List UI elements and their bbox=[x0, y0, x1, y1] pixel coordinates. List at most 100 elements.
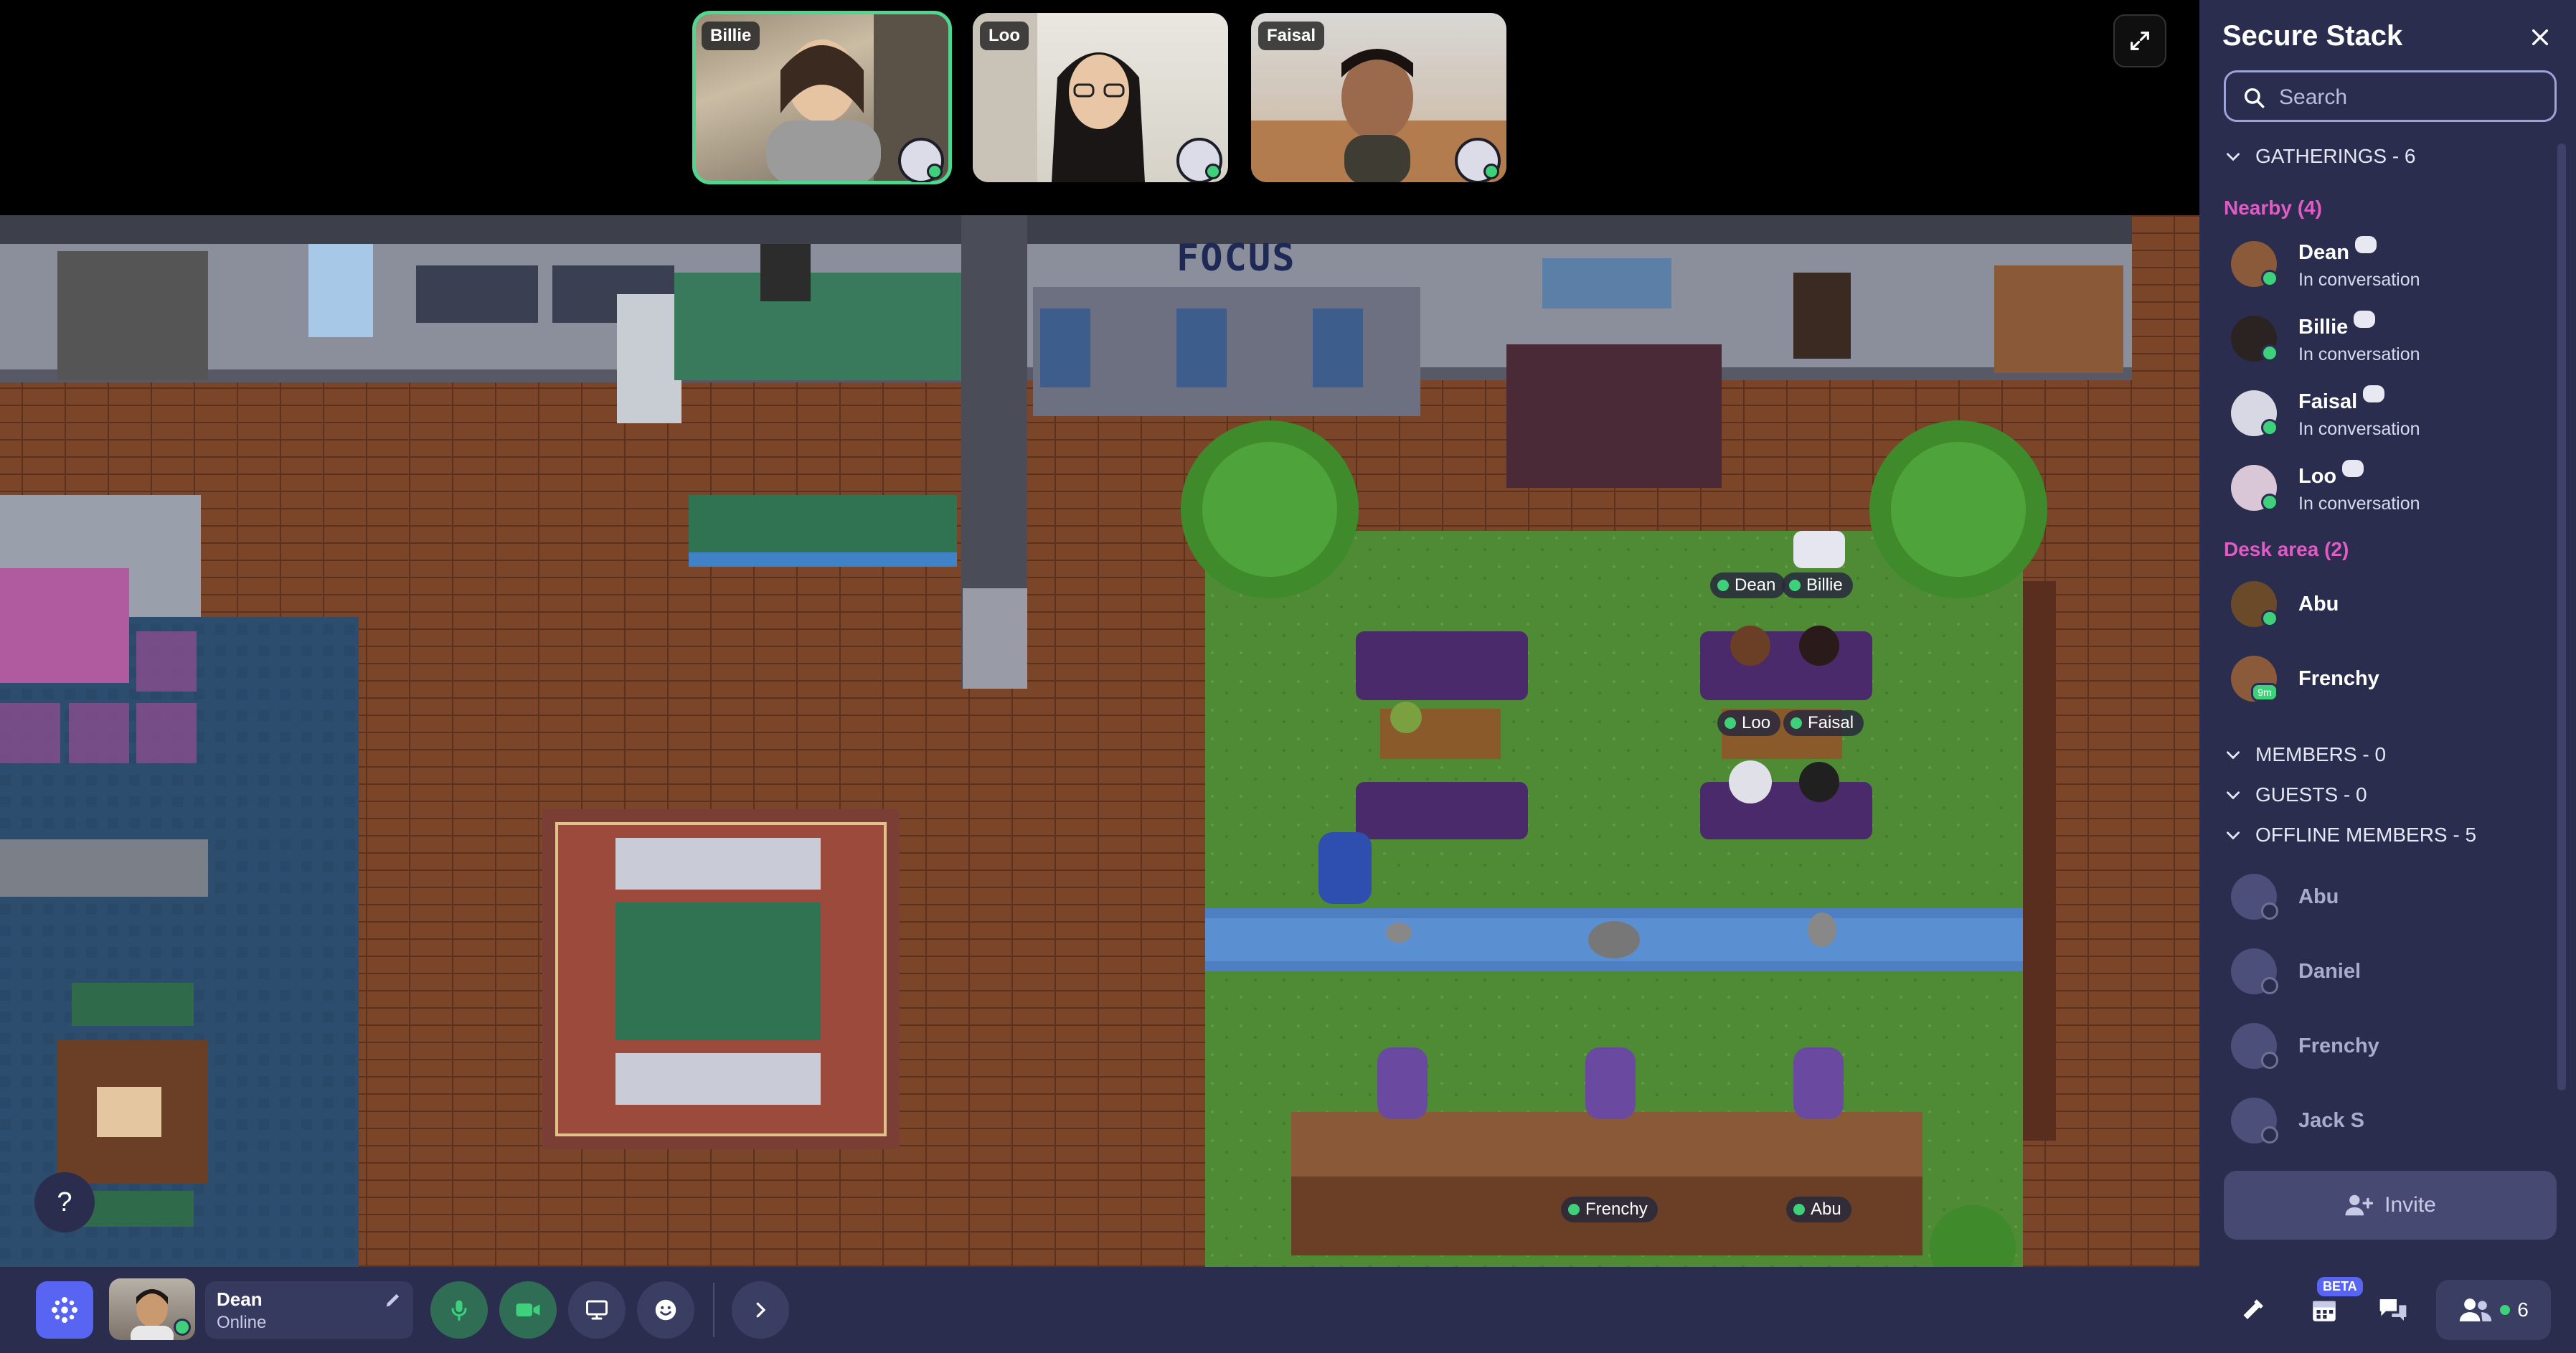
chevron-down-icon bbox=[2227, 791, 2240, 800]
idle-badge: 9m bbox=[2251, 683, 2278, 702]
game-map[interactable]: FOCUS Dean Billie Loo Faisal Frenchy Abu… bbox=[0, 215, 2199, 1267]
nametag-abu: Abu bbox=[1786, 1197, 1851, 1222]
person-status: In conversation bbox=[2298, 494, 2420, 514]
avatar bbox=[2231, 1023, 2278, 1069]
sidebar: Secure Stack GATHERINGS - 6 Nearby (4) D… bbox=[2199, 0, 2576, 1267]
chevron-right-icon bbox=[756, 1302, 766, 1318]
avatar-billie bbox=[898, 138, 944, 182]
person-frenchy[interactable]: 9m Frenchy bbox=[2231, 649, 2547, 713]
screen-share-icon bbox=[586, 1300, 608, 1320]
person-status: In conversation bbox=[2298, 270, 2420, 290]
avatar bbox=[2231, 241, 2278, 287]
video-name-faisal: Faisal bbox=[1258, 22, 1325, 50]
avatar bbox=[2231, 581, 2278, 627]
chevron-down-icon bbox=[2227, 153, 2240, 161]
close-icon bbox=[2532, 29, 2549, 46]
person-loo[interactable]: Loo In conversation bbox=[2231, 458, 2547, 522]
person-name: Dean bbox=[2298, 241, 2349, 264]
avatar-loo bbox=[1176, 138, 1222, 182]
person-name: Abu bbox=[2298, 593, 2339, 616]
avatar-faisal bbox=[1455, 138, 1501, 182]
person-name: Faisal bbox=[2298, 390, 2358, 413]
person-dean[interactable]: Dean In conversation bbox=[2231, 234, 2547, 298]
expand-toolbar-button[interactable] bbox=[732, 1281, 789, 1339]
user-name: Dean bbox=[217, 1288, 263, 1310]
search-icon bbox=[2244, 88, 2265, 108]
bottom-toolbar: Dean Online BETA 6 bbox=[0, 1267, 2576, 1353]
person-name: Loo bbox=[2298, 465, 2337, 488]
space-title: Secure Stack bbox=[2222, 20, 2403, 52]
gather-menu-button[interactable] bbox=[36, 1281, 93, 1339]
offline-person-jack-s[interactable]: Jack S bbox=[2231, 1090, 2547, 1155]
emote-button[interactable] bbox=[637, 1281, 694, 1339]
participants-button[interactable]: 6 bbox=[2436, 1280, 2551, 1340]
screen-share-button[interactable] bbox=[568, 1281, 626, 1339]
guests-header[interactable]: GUESTS - 0 bbox=[2224, 783, 2367, 806]
nametag-loo: Loo bbox=[1717, 710, 1781, 736]
camera-button[interactable] bbox=[499, 1281, 557, 1339]
search-box[interactable] bbox=[2224, 70, 2557, 122]
video-tile-loo[interactable]: Loo bbox=[973, 13, 1228, 182]
person-faisal[interactable]: Faisal In conversation bbox=[2231, 383, 2547, 448]
avatar bbox=[2231, 874, 2278, 920]
online-dot bbox=[174, 1319, 191, 1336]
microphone-button[interactable] bbox=[430, 1281, 488, 1339]
chat-button[interactable] bbox=[2364, 1281, 2422, 1339]
offline-members-header[interactable]: OFFLINE MEMBERS - 5 bbox=[2224, 824, 2476, 847]
search-input[interactable] bbox=[2278, 80, 2546, 116]
avatar bbox=[2231, 948, 2278, 994]
person-abu[interactable]: Abu bbox=[2231, 574, 2547, 638]
focus-sign: FOCUS bbox=[1176, 237, 1296, 280]
video-name-billie: Billie bbox=[702, 22, 760, 50]
gatherings-header[interactable]: GATHERINGS - 6 bbox=[2224, 145, 2416, 168]
avatar bbox=[2231, 390, 2278, 436]
video-camera-icon bbox=[516, 1304, 540, 1316]
beta-badge: BETA bbox=[2317, 1277, 2363, 1296]
avatar: 9m bbox=[2231, 656, 2278, 702]
smiley-icon bbox=[655, 1299, 676, 1321]
calendar-button[interactable]: BETA bbox=[2296, 1277, 2363, 1339]
nametag-dean: Dean bbox=[1710, 572, 1786, 598]
guests-label: GUESTS - 0 bbox=[2255, 783, 2367, 806]
people-icon bbox=[2460, 1298, 2492, 1321]
microphone-icon bbox=[451, 1300, 467, 1321]
participants-count: 6 bbox=[2517, 1298, 2529, 1321]
nearby-label: Nearby (4) bbox=[2224, 197, 2322, 219]
nametag-billie: Billie bbox=[1782, 572, 1853, 598]
offline-person-daniel[interactable]: Daniel bbox=[2231, 941, 2547, 1006]
help-label: ? bbox=[57, 1187, 72, 1217]
add-user-icon bbox=[2345, 1194, 2374, 1216]
help-button[interactable]: ? bbox=[34, 1172, 95, 1232]
nametag-frenchy: Frenchy bbox=[1561, 1197, 1658, 1222]
user-status-card[interactable]: Dean Online bbox=[205, 1281, 413, 1339]
person-status: In conversation bbox=[2298, 419, 2420, 439]
desk-area-label: Desk area (2) bbox=[2224, 538, 2349, 560]
offline-person-abu[interactable]: Abu bbox=[2231, 867, 2547, 931]
chat-bubble-icon bbox=[2342, 460, 2364, 477]
video-tile-faisal[interactable]: Faisal bbox=[1251, 13, 1506, 182]
members-header[interactable]: MEMBERS - 0 bbox=[2224, 743, 2386, 766]
person-status: In conversation bbox=[2298, 344, 2420, 364]
person-billie[interactable]: Billie In conversation bbox=[2231, 308, 2547, 373]
fullscreen-button[interactable] bbox=[2113, 14, 2166, 67]
video-tile-billie[interactable]: Billie bbox=[692, 11, 952, 184]
self-camera-thumb[interactable] bbox=[109, 1278, 195, 1340]
chat-bubble-icon bbox=[2354, 236, 2377, 253]
map-scene bbox=[0, 215, 2199, 1267]
user-status: Online bbox=[217, 1313, 267, 1332]
sidebar-scrollbar[interactable] bbox=[2557, 143, 2566, 1090]
close-sidebar-button[interactable] bbox=[2520, 17, 2560, 57]
build-tool-button[interactable] bbox=[2227, 1281, 2284, 1339]
offline-person-frenchy[interactable]: Frenchy bbox=[2231, 1016, 2547, 1080]
avatar bbox=[2231, 1098, 2278, 1144]
chat-icon bbox=[2379, 1299, 2407, 1321]
video-strip: Billie Loo Faisal bbox=[0, 0, 2199, 215]
edit-pencil-icon[interactable] bbox=[383, 1290, 403, 1310]
avatar bbox=[2231, 316, 2278, 362]
members-label: MEMBERS - 0 bbox=[2255, 743, 2387, 765]
person-name: Frenchy bbox=[2298, 667, 2379, 690]
nametag-faisal: Faisal bbox=[1783, 710, 1864, 736]
chat-bubble-icon bbox=[2354, 311, 2376, 328]
invite-button[interactable]: Invite bbox=[2224, 1171, 2557, 1240]
chevron-down-icon bbox=[2227, 831, 2240, 840]
